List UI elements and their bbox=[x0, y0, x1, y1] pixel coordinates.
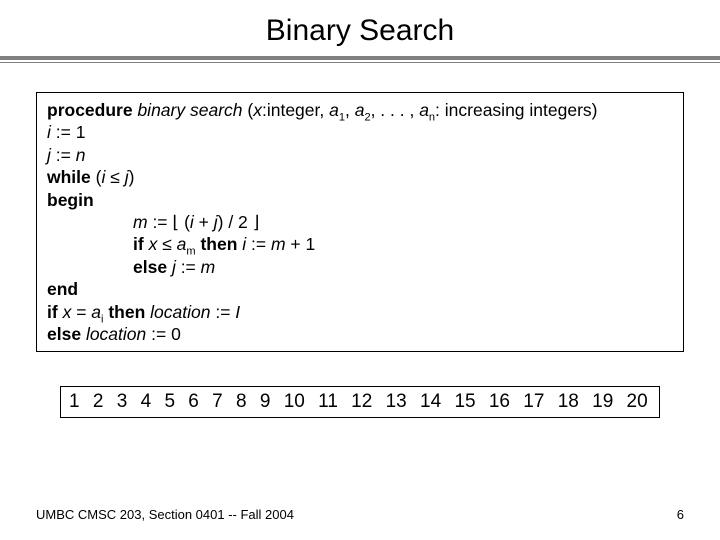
var-a7: a bbox=[177, 234, 187, 254]
kw-if10: if bbox=[47, 302, 58, 322]
var-I: I bbox=[235, 302, 240, 322]
var-a10: a bbox=[91, 302, 101, 322]
var-n: n bbox=[76, 145, 86, 165]
le-op: ≤ bbox=[105, 167, 124, 187]
paren-open: ( bbox=[91, 167, 102, 187]
num-cell: 4 bbox=[141, 391, 152, 412]
kw-if: if bbox=[133, 234, 144, 254]
ellipsis: , . . . , bbox=[371, 100, 420, 120]
kw-then10: then bbox=[103, 302, 145, 322]
algo-line-1: procedure binary search (x:integer, a1, … bbox=[47, 99, 673, 121]
algo-line-2: i := 1 bbox=[47, 121, 673, 143]
algo-line-8: else j := m bbox=[47, 256, 673, 278]
plus-op: + bbox=[194, 212, 214, 232]
kw-then: then bbox=[196, 234, 238, 254]
algo-line-7: if x ≤ am then i := m + 1 bbox=[47, 233, 673, 255]
rest-11: := 0 bbox=[146, 324, 181, 344]
paren-close: ) bbox=[129, 167, 135, 187]
var-location11: location bbox=[86, 324, 146, 344]
num-cell: 18 bbox=[558, 391, 579, 412]
var-a: a bbox=[329, 100, 339, 120]
proc-name: binary search bbox=[137, 100, 242, 120]
var-location: location bbox=[150, 302, 210, 322]
num-cell: 14 bbox=[420, 391, 441, 412]
num-cell: 17 bbox=[523, 391, 544, 412]
var-x: x bbox=[253, 100, 262, 120]
algo-line-10: if x = ai then location := I bbox=[47, 301, 673, 323]
algo-line-6: m := ⌊ (i + j) / 2 ⌋ bbox=[47, 211, 673, 233]
assign-n: := bbox=[51, 145, 76, 165]
floor-close: ) / 2 ⌋ bbox=[218, 212, 260, 232]
var-m8: m bbox=[201, 257, 216, 277]
comma-1: , bbox=[345, 100, 355, 120]
algo-line-5: begin bbox=[47, 189, 673, 211]
num-cell: 5 bbox=[164, 391, 175, 412]
sig-close: : increasing integers) bbox=[435, 100, 597, 120]
assign-1: := 1 bbox=[51, 122, 86, 142]
num-cell: 12 bbox=[351, 391, 372, 412]
num-cell: 6 bbox=[188, 391, 199, 412]
algo-line-9: end bbox=[47, 278, 673, 300]
var-m7: m bbox=[271, 234, 286, 254]
num-cell: 9 bbox=[260, 391, 271, 412]
eq-op: = bbox=[71, 302, 91, 322]
title-divider bbox=[0, 56, 720, 64]
var-a2: a bbox=[355, 100, 365, 120]
algo-line-3: j := n bbox=[47, 144, 673, 166]
num-cell: 15 bbox=[454, 391, 475, 412]
algorithm-box: procedure binary search (x:integer, a1, … bbox=[36, 92, 684, 352]
slide-title: Binary Search bbox=[0, 0, 720, 54]
num-cell: 16 bbox=[489, 391, 510, 412]
num-cell: 8 bbox=[236, 391, 247, 412]
floor-open: := ⌊ ( bbox=[148, 212, 190, 232]
num-cell: 11 bbox=[318, 391, 338, 412]
kw-else11: else bbox=[47, 324, 81, 344]
page-number: 6 bbox=[677, 507, 684, 522]
kw-begin: begin bbox=[47, 190, 94, 210]
footer-text: UMBC CMSC 203, Section 0401 -- Fall 2004 bbox=[36, 507, 294, 522]
num-cell: 1 bbox=[69, 391, 80, 412]
var-m: m bbox=[133, 212, 148, 232]
assign-8: := bbox=[176, 257, 201, 277]
slide-footer: UMBC CMSC 203, Section 0401 -- Fall 2004… bbox=[36, 507, 684, 522]
kw-procedure: procedure bbox=[47, 100, 133, 120]
number-sequence-box: 1 2 3 4 5 6 7 8 9 10 11 12 13 14 15 16 1… bbox=[60, 386, 660, 418]
num-cell: 13 bbox=[386, 391, 407, 412]
num-cell: 3 bbox=[117, 391, 128, 412]
sig-int: :integer, bbox=[262, 100, 329, 120]
kw-else: else bbox=[133, 257, 167, 277]
le-op7: ≤ bbox=[157, 234, 176, 254]
num-cell: 7 bbox=[212, 391, 223, 412]
algo-line-4: while (i ≤ j) bbox=[47, 166, 673, 188]
kw-while: while bbox=[47, 167, 91, 187]
assign-10: := bbox=[210, 302, 235, 322]
algo-line-11: else location := 0 bbox=[47, 323, 673, 345]
num-cell: 10 bbox=[284, 391, 305, 412]
assign-7: := bbox=[246, 234, 271, 254]
num-cell: 20 bbox=[627, 391, 648, 412]
kw-end: end bbox=[47, 279, 78, 299]
var-an: a bbox=[419, 100, 429, 120]
num-cell: 2 bbox=[93, 391, 104, 412]
num-cell: 19 bbox=[592, 391, 613, 412]
rest-7: + 1 bbox=[286, 234, 316, 254]
